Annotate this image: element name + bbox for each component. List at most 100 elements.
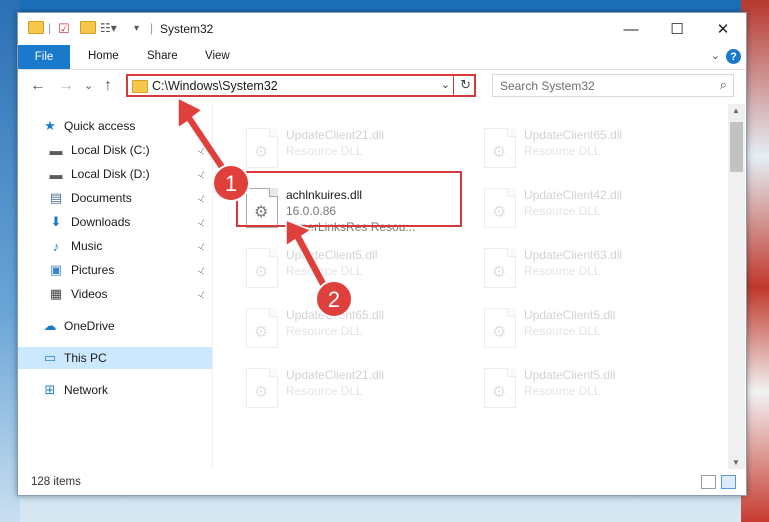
customize-toolbar-icon[interactable]: ☷▾ (100, 21, 117, 35)
pictures-icon: ▣ (49, 262, 63, 277)
file-item[interactable]: ⚙ UpdateClient42.dll Resource DLL (476, 182, 704, 234)
drive-icon: ▬ (49, 142, 63, 158)
address-path[interactable]: C:\Windows\System32 (152, 79, 278, 93)
ribbon-tabs: File Home Share View ⌄ ? (18, 45, 746, 70)
gear-icon: ⚙ (254, 324, 269, 341)
folder-icon (28, 21, 44, 34)
gear-icon: ⚙ (254, 144, 269, 161)
details-view-icon[interactable] (701, 475, 716, 489)
dll-file-icon: ⚙ (246, 368, 278, 408)
file-name: UpdateClient65.dll (524, 128, 623, 142)
file-item[interactable]: ⚙ UpdateClient63.dll Resource DLL (476, 242, 704, 294)
sidebar-item-local-disk-c[interactable]: ▬ Local Disk (C:) ⊥ (18, 139, 212, 161)
gear-icon: ⚙ (254, 264, 269, 281)
sidebar-item-onedrive[interactable]: ☁ OneDrive (18, 315, 212, 337)
refresh-icon[interactable]: ↻ (460, 77, 471, 93)
recent-locations-icon[interactable]: ⌄ (84, 79, 93, 92)
file-detail: Resource DLL (286, 384, 363, 398)
toolbar-dropdown-icon[interactable]: ▾ (134, 23, 139, 34)
maximize-button[interactable]: ☐ (654, 13, 700, 45)
file-item[interactable]: ⚙ UpdateClient65.dll Resource DLL (238, 302, 466, 354)
help-icon[interactable]: ? (726, 49, 741, 64)
back-arrow-icon[interactable]: ← (30, 77, 46, 95)
vertical-scrollbar[interactable]: ▲ ▼ (728, 104, 745, 469)
tab-file[interactable]: File (18, 45, 70, 69)
address-bar[interactable]: C:\Windows\System32 ⌄ ↻ (126, 74, 476, 97)
sidebar-item-label: Network (64, 383, 109, 397)
sidebar-item-music[interactable]: ♪ Music ⊥ (18, 235, 212, 257)
gear-icon: ⚙ (492, 144, 507, 161)
star-icon: ★ (44, 118, 56, 133)
file-item[interactable]: ⚙ UpdateClient21.dll Resource DLL (238, 122, 466, 174)
dll-file-icon: ⚙ (484, 308, 516, 348)
sidebar-item-label: Local Disk (D:) (71, 167, 150, 181)
ribbon-expand-icon[interactable]: ⌄ (711, 49, 720, 62)
gear-icon: ⚙ (254, 384, 269, 401)
sidebar-item-this-pc[interactable]: ▭ This PC (18, 347, 212, 369)
file-detail: Resource DLL (524, 264, 601, 278)
sidebar-item-videos[interactable]: ▦ Videos ⊥ (18, 283, 212, 305)
tab-home[interactable]: Home (88, 50, 119, 62)
sidebar-item-label: Pictures (71, 263, 115, 277)
large-icons-view-icon[interactable] (721, 475, 736, 489)
sidebar-item-local-disk-d[interactable]: ▬ Local Disk (D:) ⊥ (18, 163, 212, 185)
dll-file-icon: ⚙ (246, 308, 278, 348)
dll-file-icon: ⚙ (484, 188, 516, 228)
sidebar-item-label: Videos (71, 287, 108, 301)
scrollbar-thumb[interactable] (730, 122, 743, 172)
tab-view[interactable]: View (205, 50, 230, 62)
drive-icon: ▬ (49, 166, 63, 182)
address-separator (453, 76, 454, 95)
file-detail: Resource DLL (524, 204, 601, 218)
gear-icon: ⚙ (492, 264, 507, 281)
file-detail: Resource DLL (286, 324, 363, 338)
close-button[interactable]: ✕ (700, 13, 746, 45)
file-explorer-window: | ☑ ☷▾ ▾ | System32 — ☐ ✕ File Home Shar… (17, 12, 747, 496)
pin-icon: ⊥ (196, 287, 209, 300)
search-icon[interactable]: ⌕ (720, 77, 727, 93)
tab-share[interactable]: Share (147, 50, 178, 62)
file-item[interactable]: ⚙ UpdateClient5.dll Resource DLL (476, 302, 704, 354)
new-folder-icon[interactable] (80, 21, 96, 34)
sidebar-item-label: This PC (64, 351, 107, 365)
up-arrow-icon[interactable]: ↑ (104, 77, 112, 95)
navigation-bar: ← → ⌄ ↑ C:\Windows\System32 ⌄ ↻ Search S… (18, 70, 746, 104)
sidebar-item-downloads[interactable]: ⬇ Downloads ⊥ (18, 211, 212, 233)
dll-file-icon: ⚙ (246, 128, 278, 168)
sidebar-item-label: Downloads (71, 215, 131, 229)
sidebar-item-network[interactable]: ⊞ Network (18, 379, 212, 401)
file-list: ⚙ UpdateClient21.dll Resource DLL ⚙ UpdateCl… (214, 104, 728, 469)
scroll-up-icon[interactable]: ▲ (732, 106, 740, 115)
sidebar-item-pictures[interactable]: ▣ Pictures ⊥ (18, 259, 212, 281)
file-name: UpdateClient21.dll (286, 128, 385, 142)
file-item[interactable]: ⚙ UpdateClient65.dll Resource DLL (476, 122, 704, 174)
sidebar-item-label: OneDrive (64, 319, 115, 333)
separator: | (150, 21, 154, 35)
title-bar: | ☑ ☷▾ ▾ | System32 — ☐ ✕ (18, 13, 746, 45)
file-name: UpdateClient21.dll (286, 368, 385, 382)
file-item[interactable]: ⚙ UpdateClient5.dll Resource DLL (238, 242, 466, 294)
dll-file-icon: ⚙ (484, 368, 516, 408)
sidebar-item-documents[interactable]: ▤ Documents ⊥ (18, 187, 212, 209)
item-count: 128 items (31, 476, 81, 488)
forward-arrow-icon[interactable]: → (58, 77, 74, 95)
sidebar-item-quick-access[interactable]: ★ Quick access (18, 115, 212, 137)
file-item[interactable]: ⚙ UpdateClient5.dll Resource DLL (476, 362, 704, 414)
scroll-down-icon[interactable]: ▼ (732, 458, 740, 467)
address-dropdown-icon[interactable]: ⌄ (441, 78, 450, 91)
gear-icon: ⚙ (492, 324, 507, 341)
search-input[interactable]: Search System32 (500, 79, 595, 93)
properties-icon[interactable]: ☑ (58, 21, 70, 37)
sidebar-item-label: Quick access (64, 119, 136, 133)
dll-file-icon: ⚙ (484, 128, 516, 168)
computer-icon: ▭ (43, 350, 57, 365)
separator: | (48, 21, 52, 35)
gear-icon: ⚙ (492, 384, 507, 401)
file-detail: Resource DLL (524, 384, 601, 398)
folder-icon (132, 80, 148, 93)
minimize-button[interactable]: — (608, 13, 654, 45)
pin-icon: ⊥ (196, 263, 209, 276)
file-name: UpdateClient5.dll (524, 308, 616, 322)
search-box[interactable]: Search System32 ⌕ (492, 74, 734, 97)
file-item[interactable]: ⚙ UpdateClient21.dll Resource DLL (238, 362, 466, 414)
